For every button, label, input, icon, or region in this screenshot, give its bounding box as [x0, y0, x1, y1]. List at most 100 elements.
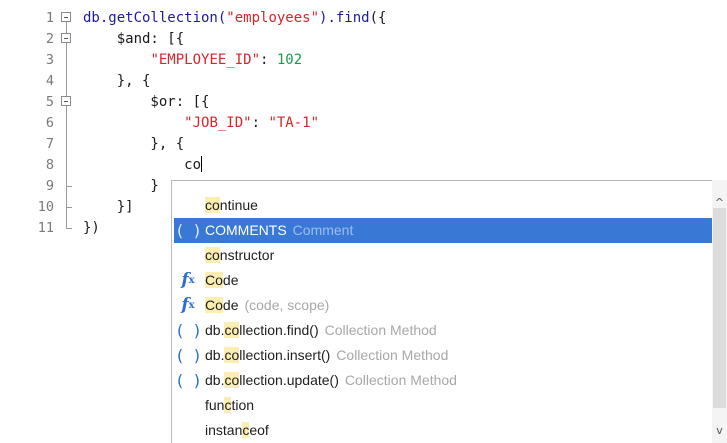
autocomplete-item-description: (code, scope)	[244, 297, 330, 313]
code-line[interactable]: 5 $or: [{	[0, 92, 727, 113]
fold-toggle-icon[interactable]	[61, 92, 73, 113]
code-token: }	[83, 178, 159, 194]
method-icon: ( )	[175, 346, 202, 365]
scrollbar-thumb[interactable]	[713, 208, 726, 408]
code-line[interactable]: 7 }, {	[0, 134, 727, 155]
label-text: eof	[249, 422, 269, 438]
autocomplete-scrollbar[interactable]: ^ v	[712, 180, 727, 443]
line-number: 8	[45, 157, 54, 173]
match-highlight: CO	[205, 222, 226, 238]
line-number: 9	[45, 178, 54, 194]
match-highlight: co	[205, 247, 220, 263]
code-line[interactable]: 1 db.getCollection("employees").find({	[0, 8, 727, 29]
line-number: 2	[45, 31, 54, 47]
autocomplete-item[interactable]: ( ) db.collection.insert() Collection Meth…	[174, 343, 712, 368]
fold-guide	[61, 50, 73, 71]
match-highlight: co	[224, 322, 240, 338]
autocomplete-popup: continue( ) COMMENTS Comment constructor f x C…	[171, 180, 727, 443]
match-highlight: co	[224, 372, 240, 388]
autocomplete-item-description: Collection Method	[336, 347, 449, 363]
autocomplete-item[interactable]: ( ) db.collection.update() Collection Meth…	[174, 368, 712, 393]
autocomplete-item-label: continue	[205, 193, 258, 218]
code-text[interactable]: "EMPLOYEE_ID": 102	[83, 50, 302, 71]
autocomplete-item-description: Comment	[292, 222, 354, 238]
code-token: }, {	[83, 136, 185, 152]
code-line[interactable]: 2 $and: [{	[0, 29, 727, 50]
line-number: 11	[37, 220, 54, 236]
code-line[interactable]: 4 }, {	[0, 71, 727, 92]
autocomplete-item[interactable]: ( ) db.collection.find() Collection Method	[174, 318, 712, 343]
label-text: db.	[205, 372, 225, 388]
match-highlight: Co	[205, 297, 223, 313]
code-text[interactable]: co	[83, 155, 203, 176]
code-line[interactable]: 3 "EMPLOYEE_ID": 102	[0, 50, 727, 71]
label-text: llection.update()	[239, 372, 339, 388]
code-text[interactable]: "JOB_ID": "TA-1"	[83, 113, 319, 134]
code-token: $or: [{	[83, 94, 210, 110]
code-token: }, {	[83, 73, 151, 89]
autocomplete-item[interactable]: ( ) COMMENTS Comment	[174, 218, 712, 243]
method-icon: ( )	[175, 221, 202, 240]
code-text[interactable]: }, {	[83, 71, 151, 92]
label-text: ntinue	[219, 197, 258, 213]
code-text[interactable]: })	[83, 218, 100, 239]
code-text[interactable]: }, {	[83, 134, 184, 155]
match-highlight: Co	[205, 272, 223, 288]
fold-toggle-icon[interactable]	[61, 29, 73, 50]
code-token: "EMPLOYEE_ID"	[150, 52, 261, 68]
autocomplete-item-label: db.collection.insert() Collection Method	[205, 343, 448, 368]
label-text: db.	[205, 347, 225, 363]
code-token: }]	[83, 199, 134, 215]
autocomplete-item[interactable]: function	[174, 393, 712, 418]
fold-guide	[61, 155, 73, 176]
fold-toggle-icon[interactable]	[61, 8, 73, 29]
code-token: co	[83, 157, 202, 173]
method-icon: ( )	[175, 321, 202, 340]
function-icon: fx	[181, 270, 195, 290]
code-text[interactable]: }	[83, 176, 159, 197]
autocomplete-item-label: COMMENTS Comment	[205, 218, 353, 243]
autocomplete-item-description: Collection Method	[324, 322, 437, 338]
match-highlight: co	[224, 347, 240, 363]
code-token: :	[251, 115, 269, 131]
code-token: $and: [{	[83, 31, 185, 47]
code-token: ).find	[319, 10, 370, 26]
autocomplete-item-label: db.collection.find() Collection Method	[205, 318, 437, 343]
autocomplete-item-description: Collection Method	[344, 372, 457, 388]
code-token: "TA-1"	[268, 115, 320, 131]
code-token: "JOB_ID"	[184, 115, 252, 131]
fold-guide	[61, 218, 73, 239]
line-number: 1	[45, 10, 54, 26]
code-line[interactable]: 8 co	[0, 155, 727, 176]
fold-guide	[61, 71, 73, 92]
autocomplete-item-label: Code (code, scope)	[205, 293, 329, 318]
line-number: 7	[45, 136, 54, 152]
code-text[interactable]: }]	[83, 197, 134, 218]
label-text: MMENTS	[226, 222, 287, 238]
label-text: llection.insert()	[239, 347, 331, 363]
scroll-down-icon[interactable]: v	[712, 424, 727, 437]
code-token: ({	[369, 10, 387, 26]
autocomplete-item[interactable]: f x Code (code, scope)	[174, 293, 712, 318]
label-text: de	[222, 297, 239, 313]
code-text[interactable]: $or: [{	[83, 92, 209, 113]
autocomplete-item[interactable]: continue	[174, 193, 712, 218]
line-number: 3	[45, 52, 54, 68]
line-number: 5	[45, 94, 54, 110]
fold-guide	[61, 134, 73, 155]
code-token: "employees"	[226, 10, 320, 26]
autocomplete-item[interactable]: constructor	[174, 243, 712, 268]
fold-guide	[61, 176, 73, 197]
autocomplete-item[interactable]: instanceof	[174, 418, 712, 443]
code-text[interactable]: $and: [{	[83, 29, 184, 50]
code-token: :	[260, 52, 277, 68]
method-icon: ( )	[175, 371, 202, 390]
label-text: db.	[205, 322, 225, 338]
label-text: nstructor	[219, 247, 275, 263]
autocomplete-item[interactable]: f x Code	[174, 268, 712, 293]
code-text[interactable]: db.getCollection("employees").find({	[83, 8, 386, 29]
line-number: 4	[45, 73, 54, 89]
code-line[interactable]: 6 "JOB_ID": "TA-1"	[0, 113, 727, 134]
